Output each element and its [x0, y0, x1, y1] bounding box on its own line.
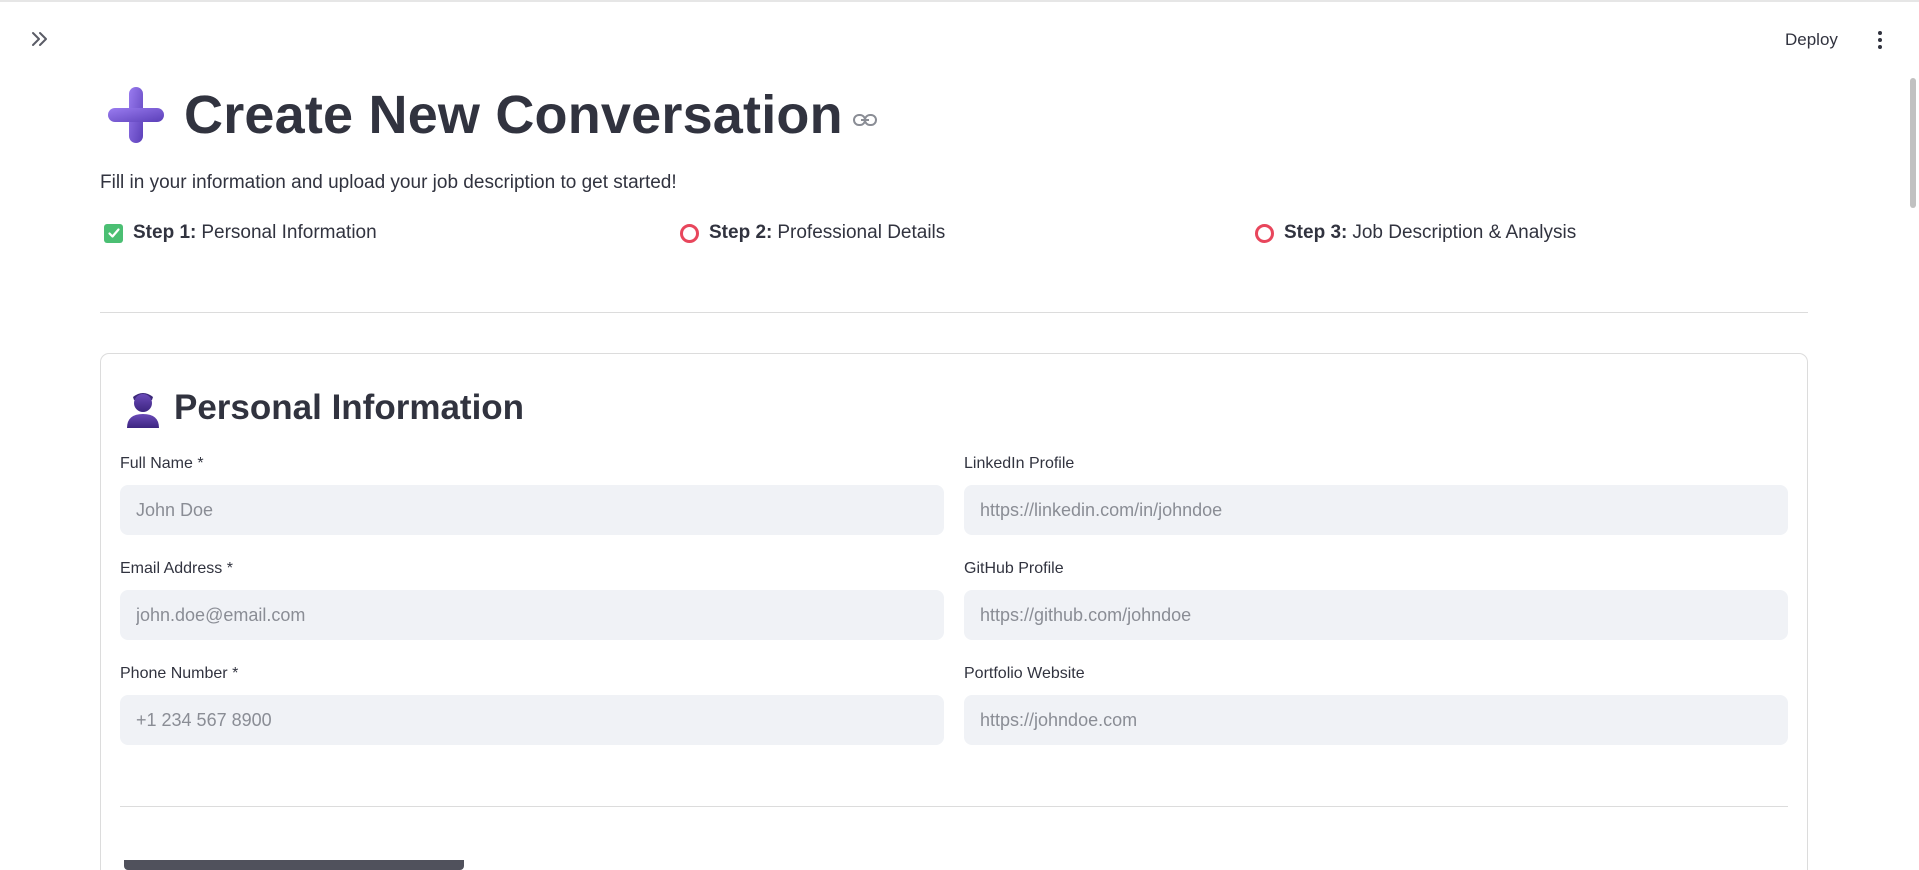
step-number: Step 1:	[133, 222, 197, 243]
page-title: Create New Conversation	[184, 85, 843, 145]
github-label: GitHub Profile	[964, 560, 1064, 577]
portfolio-input[interactable]	[964, 695, 1788, 745]
section-divider	[120, 806, 1788, 807]
scrollbar-thumb[interactable]	[1910, 78, 1916, 208]
phone-label: Phone Number *	[120, 665, 239, 682]
email-label: Email Address *	[120, 560, 233, 577]
linkedin-label: LinkedIn Profile	[964, 455, 1075, 472]
step-number: Step 3:	[1284, 222, 1348, 243]
linkedin-input[interactable]	[964, 485, 1788, 535]
deploy-button[interactable]: Deploy	[1785, 30, 1838, 50]
chevrons-right-icon	[32, 32, 47, 46]
step-label: Personal Information	[201, 222, 377, 243]
more-vertical-icon	[1878, 31, 1882, 49]
divider	[100, 312, 1808, 313]
step-job-description: Step 3: Job Description & Analysis	[1254, 222, 1576, 244]
expand-sidebar-button[interactable]	[26, 28, 54, 50]
github-input[interactable]	[964, 590, 1788, 640]
step-label: Professional Details	[777, 222, 946, 243]
section-title: Personal Information	[174, 388, 525, 427]
main-menu-button[interactable]	[1872, 28, 1888, 52]
circle-icon	[1254, 223, 1275, 244]
full-name-input[interactable]	[120, 485, 944, 535]
step-label: Job Description & Analysis	[1352, 222, 1577, 243]
step-personal-information: Step 1: Personal Information	[103, 222, 377, 244]
top-border	[0, 0, 1919, 2]
page-title-row: Create New Conversation	[106, 84, 877, 146]
circle-icon	[679, 223, 700, 244]
link-icon[interactable]	[852, 113, 877, 127]
email-input[interactable]	[120, 590, 944, 640]
section-header: Personal Information	[124, 388, 524, 428]
page-subtitle: Fill in your information and upload your…	[100, 172, 677, 193]
step-number: Step 2:	[709, 222, 773, 243]
portfolio-label: Portfolio Website	[964, 665, 1085, 682]
person-icon	[127, 393, 159, 428]
check-icon	[103, 223, 124, 244]
heavy-plus-icon	[108, 87, 164, 143]
full-name-label: Full Name *	[120, 455, 204, 472]
next-section-header-cutoff	[124, 860, 464, 870]
phone-input[interactable]	[120, 695, 944, 745]
step-professional-details: Step 2: Professional Details	[679, 222, 945, 244]
progress-steps: Step 1: Personal Information Step 2: Pro…	[0, 222, 1919, 252]
